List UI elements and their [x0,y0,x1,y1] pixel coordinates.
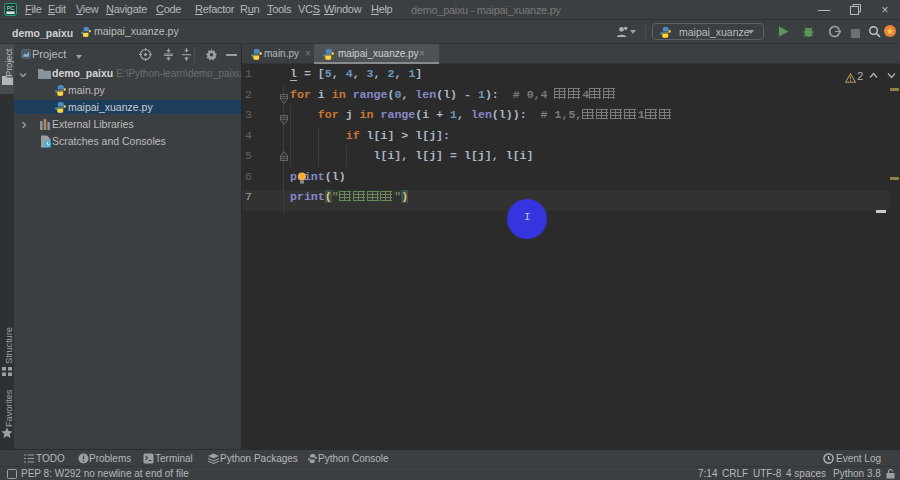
svg-text:PC: PC [7,5,15,11]
